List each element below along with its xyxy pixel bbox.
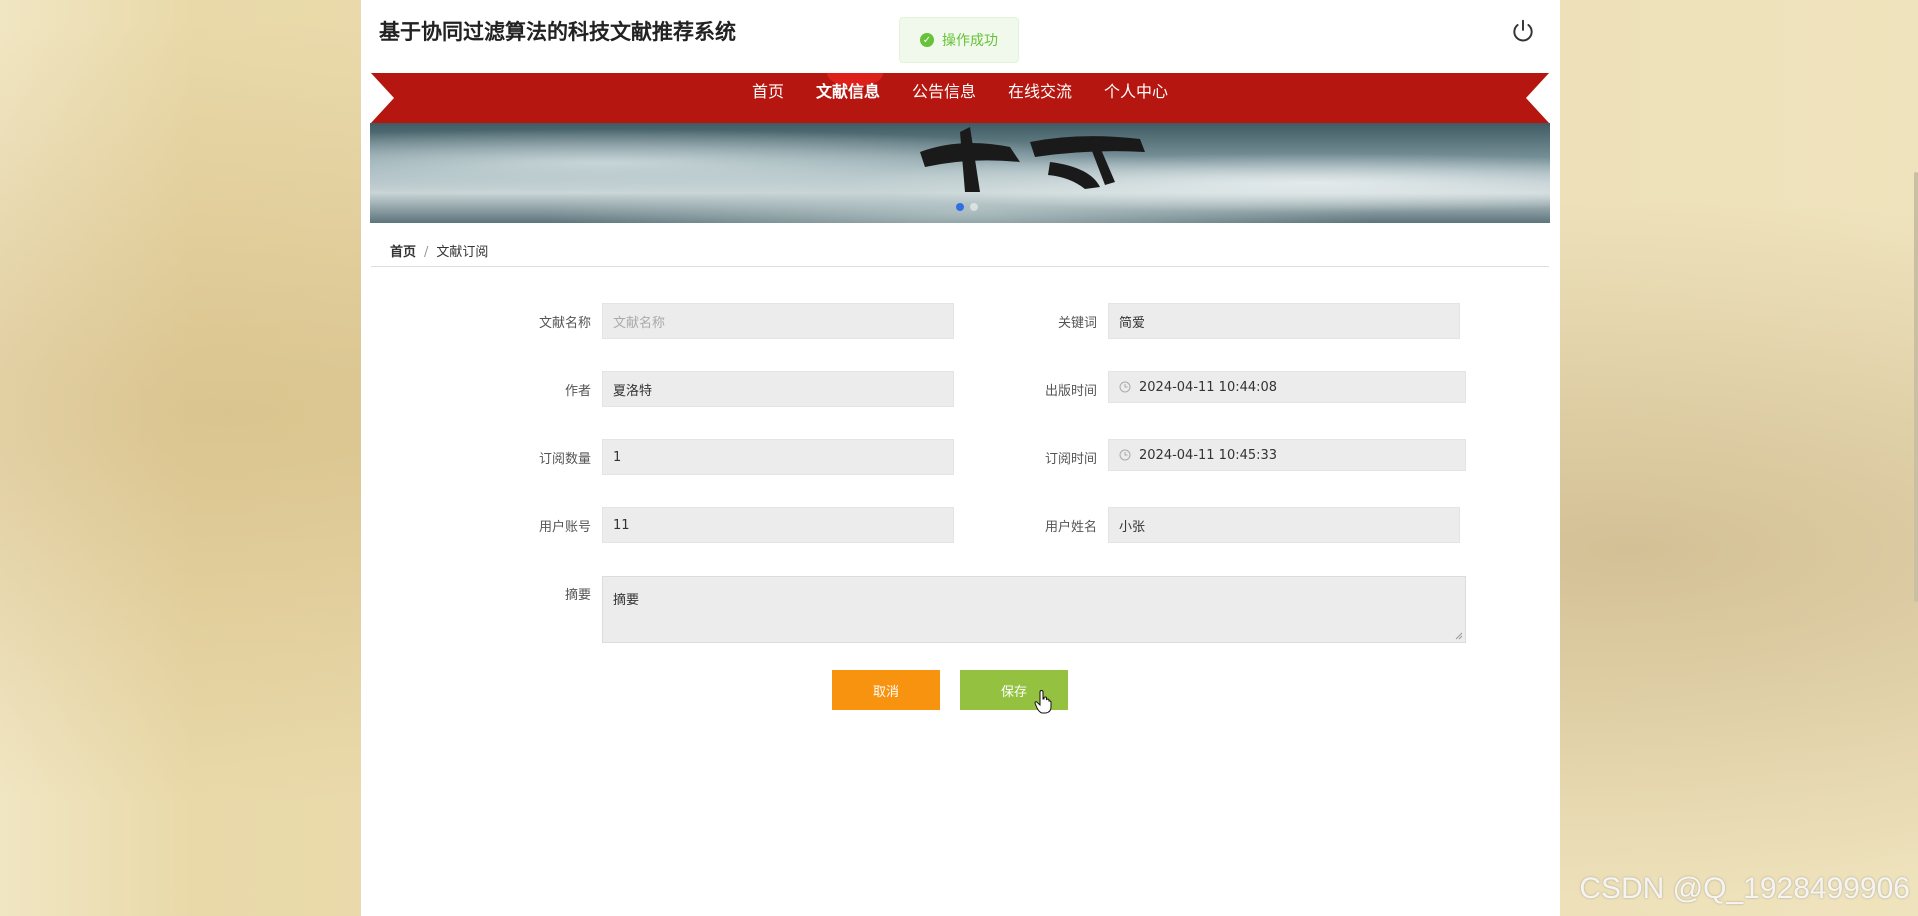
publish-time-value: 2024-04-11 10:44:08 [1139,379,1278,395]
quantity-label: 订阅数量 [538,452,591,467]
subscribe-time-picker[interactable]: 2024-04-11 10:45:33 [1108,439,1466,471]
nav-item-literature[interactable]: 文献信息 [800,73,896,123]
username-label: 用户姓名 [1044,520,1097,535]
carousel-indicator-active[interactable] [956,203,964,211]
account-label: 用户账号 [538,520,591,535]
check-circle-icon: ✓ [920,33,934,47]
quantity-input[interactable]: 1 [602,439,954,475]
success-toast: ✓ 操作成功 [899,17,1019,63]
abstract-label: 摘要 [564,588,591,603]
abstract-textarea[interactable]: 摘要 [602,576,1466,643]
site-title: 基于协同过滤算法的科技文献推荐系统 [379,20,736,44]
author-input[interactable]: 夏洛特 [602,371,954,407]
breadcrumb-separator: / [424,245,429,260]
main-page: 基于协同过滤算法的科技文献推荐系统 ✓ 操作成功 首页 文献信息 公告信息 在线… [361,0,1560,916]
title-label: 文献名称 [538,316,591,331]
watermark: CSDN @Q_1928499906 [1579,872,1910,905]
power-icon[interactable] [1510,18,1536,44]
publish-time-label: 出版时间 [1044,384,1097,399]
nav-item-forum[interactable]: 在线交流 [992,73,1088,123]
subscribe-time-value: 2024-04-11 10:45:33 [1139,447,1278,463]
abstract-value: 摘要 [613,593,640,608]
nav-item-announcements[interactable]: 公告信息 [896,73,992,123]
publish-time-picker[interactable]: 2024-04-11 10:44:08 [1108,371,1466,403]
keyword-label: 关键词 [1057,316,1097,331]
keyword-input[interactable]: 简爱 [1108,303,1460,339]
cancel-button[interactable]: 取消 [832,670,940,710]
username-input[interactable]: 小张 [1108,507,1460,543]
title-input[interactable]: 文献名称 [602,303,954,339]
hand-cursor-icon [1034,690,1052,714]
subscribe-time-label: 订阅时间 [1044,452,1097,467]
author-label: 作者 [564,384,591,399]
toast-message: 操作成功 [942,33,998,49]
clock-icon [1119,449,1131,461]
nav-item-profile[interactable]: 个人中心 [1088,73,1184,123]
banner-calligraphy-image [920,127,1145,192]
carousel-indicator[interactable] [970,203,978,211]
divider [371,266,1549,267]
account-input[interactable]: 11 [602,507,954,543]
clock-icon [1119,381,1131,393]
breadcrumb-home[interactable]: 首页 [390,245,416,260]
main-nav: 首页 文献信息 公告信息 在线交流 个人中心 [371,73,1549,123]
nav-item-home[interactable]: 首页 [736,73,800,123]
scrollbar[interactable] [1914,172,1918,602]
banner-carousel[interactable] [370,123,1550,223]
breadcrumb-current: 文献订阅 [436,245,489,260]
breadcrumb: 首页 / 文献订阅 [390,241,488,260]
resize-handle-icon[interactable] [1455,632,1463,640]
